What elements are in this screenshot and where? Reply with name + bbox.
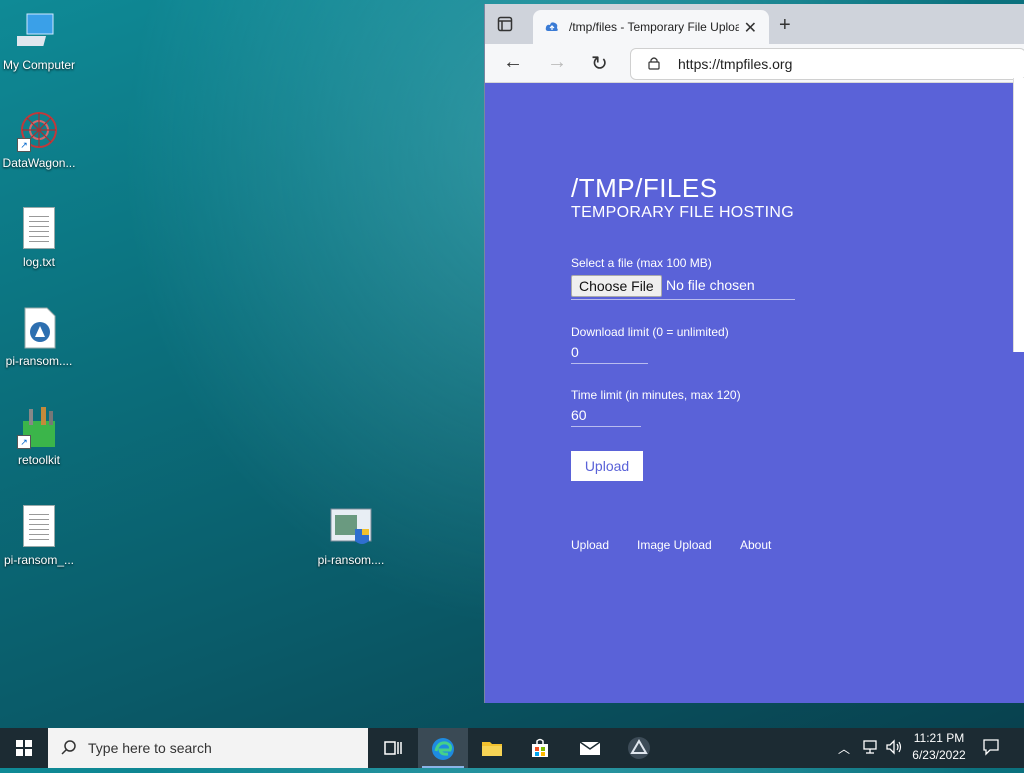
desktop-icon-datawagon[interactable]: ↗ DataWagon... [0, 108, 81, 170]
address-bar[interactable]: https://tmpfiles.org [630, 48, 1024, 80]
desktop-icon-label: DataWagon... [2, 156, 76, 170]
footer-link-about[interactable]: About [740, 538, 771, 552]
text-file-icon [17, 207, 61, 251]
network-icon[interactable] [862, 738, 880, 759]
text-file-icon [17, 505, 61, 549]
page-subtitle: TEMPORARY FILE HOSTING [571, 204, 794, 221]
back-arrow-icon[interactable]: ← [503, 51, 523, 74]
page-content: /TMP/FILES TEMPORARY FILE HOSTING Select… [485, 83, 1024, 703]
file-status: No file chosen [666, 277, 755, 293]
desktop-icon-label: pi-ransom_... [3, 553, 75, 567]
datawagon-icon: ↗ [17, 108, 61, 152]
desktop-icon-my-computer[interactable]: My Computer [0, 10, 81, 72]
url-text: https://tmpfiles.org [678, 56, 793, 72]
cloud-upload-icon [545, 20, 559, 34]
clock-time: 11:21 PM [913, 731, 965, 745]
tab-title: /tmp/files - Temporary File Uploa [569, 20, 739, 34]
search-icon [61, 740, 76, 755]
browser-window: /tmp/files - Temporary File Uploa ✕ + ← … [485, 4, 1024, 703]
shortcut-arrow-icon: ↗ [17, 138, 31, 152]
desktop-icon-label: My Computer [2, 58, 76, 72]
time-limit-label: Time limit (in minutes, max 120) [571, 388, 741, 402]
tab-actions-icon[interactable] [497, 16, 513, 32]
installer-file-icon [17, 306, 61, 350]
file-label: Select a file (max 100 MB) [571, 256, 712, 270]
taskbar: Type here to search ︿ 11:21 PM 6/23/2022 [0, 728, 1024, 768]
task-view-icon[interactable] [381, 736, 405, 760]
download-limit-input[interactable]: 0 [571, 344, 579, 360]
notifications-icon[interactable] [982, 738, 1000, 759]
browser-toolbar: ← → ↻ https://tmpfiles.org [485, 44, 1024, 83]
choose-file-button[interactable]: Choose File [571, 275, 662, 297]
desktop-icon-label: retoolkit [17, 453, 61, 467]
browser-tab[interactable]: /tmp/files - Temporary File Uploa ✕ [533, 10, 769, 44]
search-placeholder: Type here to search [88, 740, 212, 756]
tab-bar: /tmp/files - Temporary File Uploa ✕ + [485, 4, 1024, 44]
app-triangle-icon[interactable] [627, 736, 651, 760]
desktop-icon-pi-ransom-text[interactable]: pi-ransom_... [0, 505, 81, 567]
windows-logo-icon [16, 740, 32, 756]
clock-date: 6/23/2022 [912, 748, 966, 762]
upload-button[interactable]: Upload [571, 451, 643, 481]
lock-icon [647, 56, 661, 70]
volume-icon[interactable] [885, 738, 903, 759]
footer-link-image-upload[interactable]: Image Upload [637, 538, 712, 552]
taskbar-edge-active[interactable] [418, 728, 468, 768]
close-tab-icon[interactable]: ✕ [744, 18, 757, 38]
time-limit-underline [571, 426, 641, 427]
taskbar-search-box[interactable]: Type here to search [48, 728, 368, 768]
edge-browser-icon [432, 738, 454, 760]
desktop-icon-label: log.txt [22, 255, 55, 269]
chevron-up-icon[interactable]: ︿ [838, 740, 850, 757]
shortcut-arrow-icon: ↗ [17, 435, 31, 449]
file-explorer-icon[interactable] [480, 736, 504, 760]
toolkit-icon: ↗ [17, 405, 61, 449]
desktop-icon-pi-ransom-setup[interactable]: pi-ransom.... [309, 505, 393, 567]
desktop-icon-label: pi-ransom.... [317, 553, 385, 567]
download-limit-label: Download limit (0 = unlimited) [571, 325, 729, 339]
footer-link-upload[interactable]: Upload [571, 538, 609, 552]
page-title: /TMP/FILES [571, 173, 718, 203]
clock[interactable]: 11:21 PM 6/23/2022 [908, 731, 970, 762]
desktop-icon-log-txt[interactable]: log.txt [0, 207, 81, 269]
refresh-icon[interactable]: ↻ [591, 51, 608, 76]
download-limit-underline [571, 363, 648, 364]
computer-icon [11, 10, 61, 54]
time-limit-input[interactable]: 60 [571, 407, 587, 423]
desktop-icon-retoolkit[interactable]: ↗ retoolkit [0, 405, 81, 467]
forward-arrow-icon[interactable]: → [547, 51, 567, 74]
setup-exe-icon [329, 505, 373, 549]
start-button[interactable] [0, 728, 48, 768]
desktop-icon-label: pi-ransom.... [5, 354, 73, 368]
store-icon[interactable] [528, 736, 552, 760]
side-panel-edge [1013, 78, 1024, 352]
mail-icon[interactable] [578, 736, 602, 760]
new-tab-icon[interactable]: + [779, 14, 791, 37]
divider [571, 299, 795, 300]
desktop-icon-pi-ransom-installer[interactable]: pi-ransom.... [0, 306, 81, 368]
